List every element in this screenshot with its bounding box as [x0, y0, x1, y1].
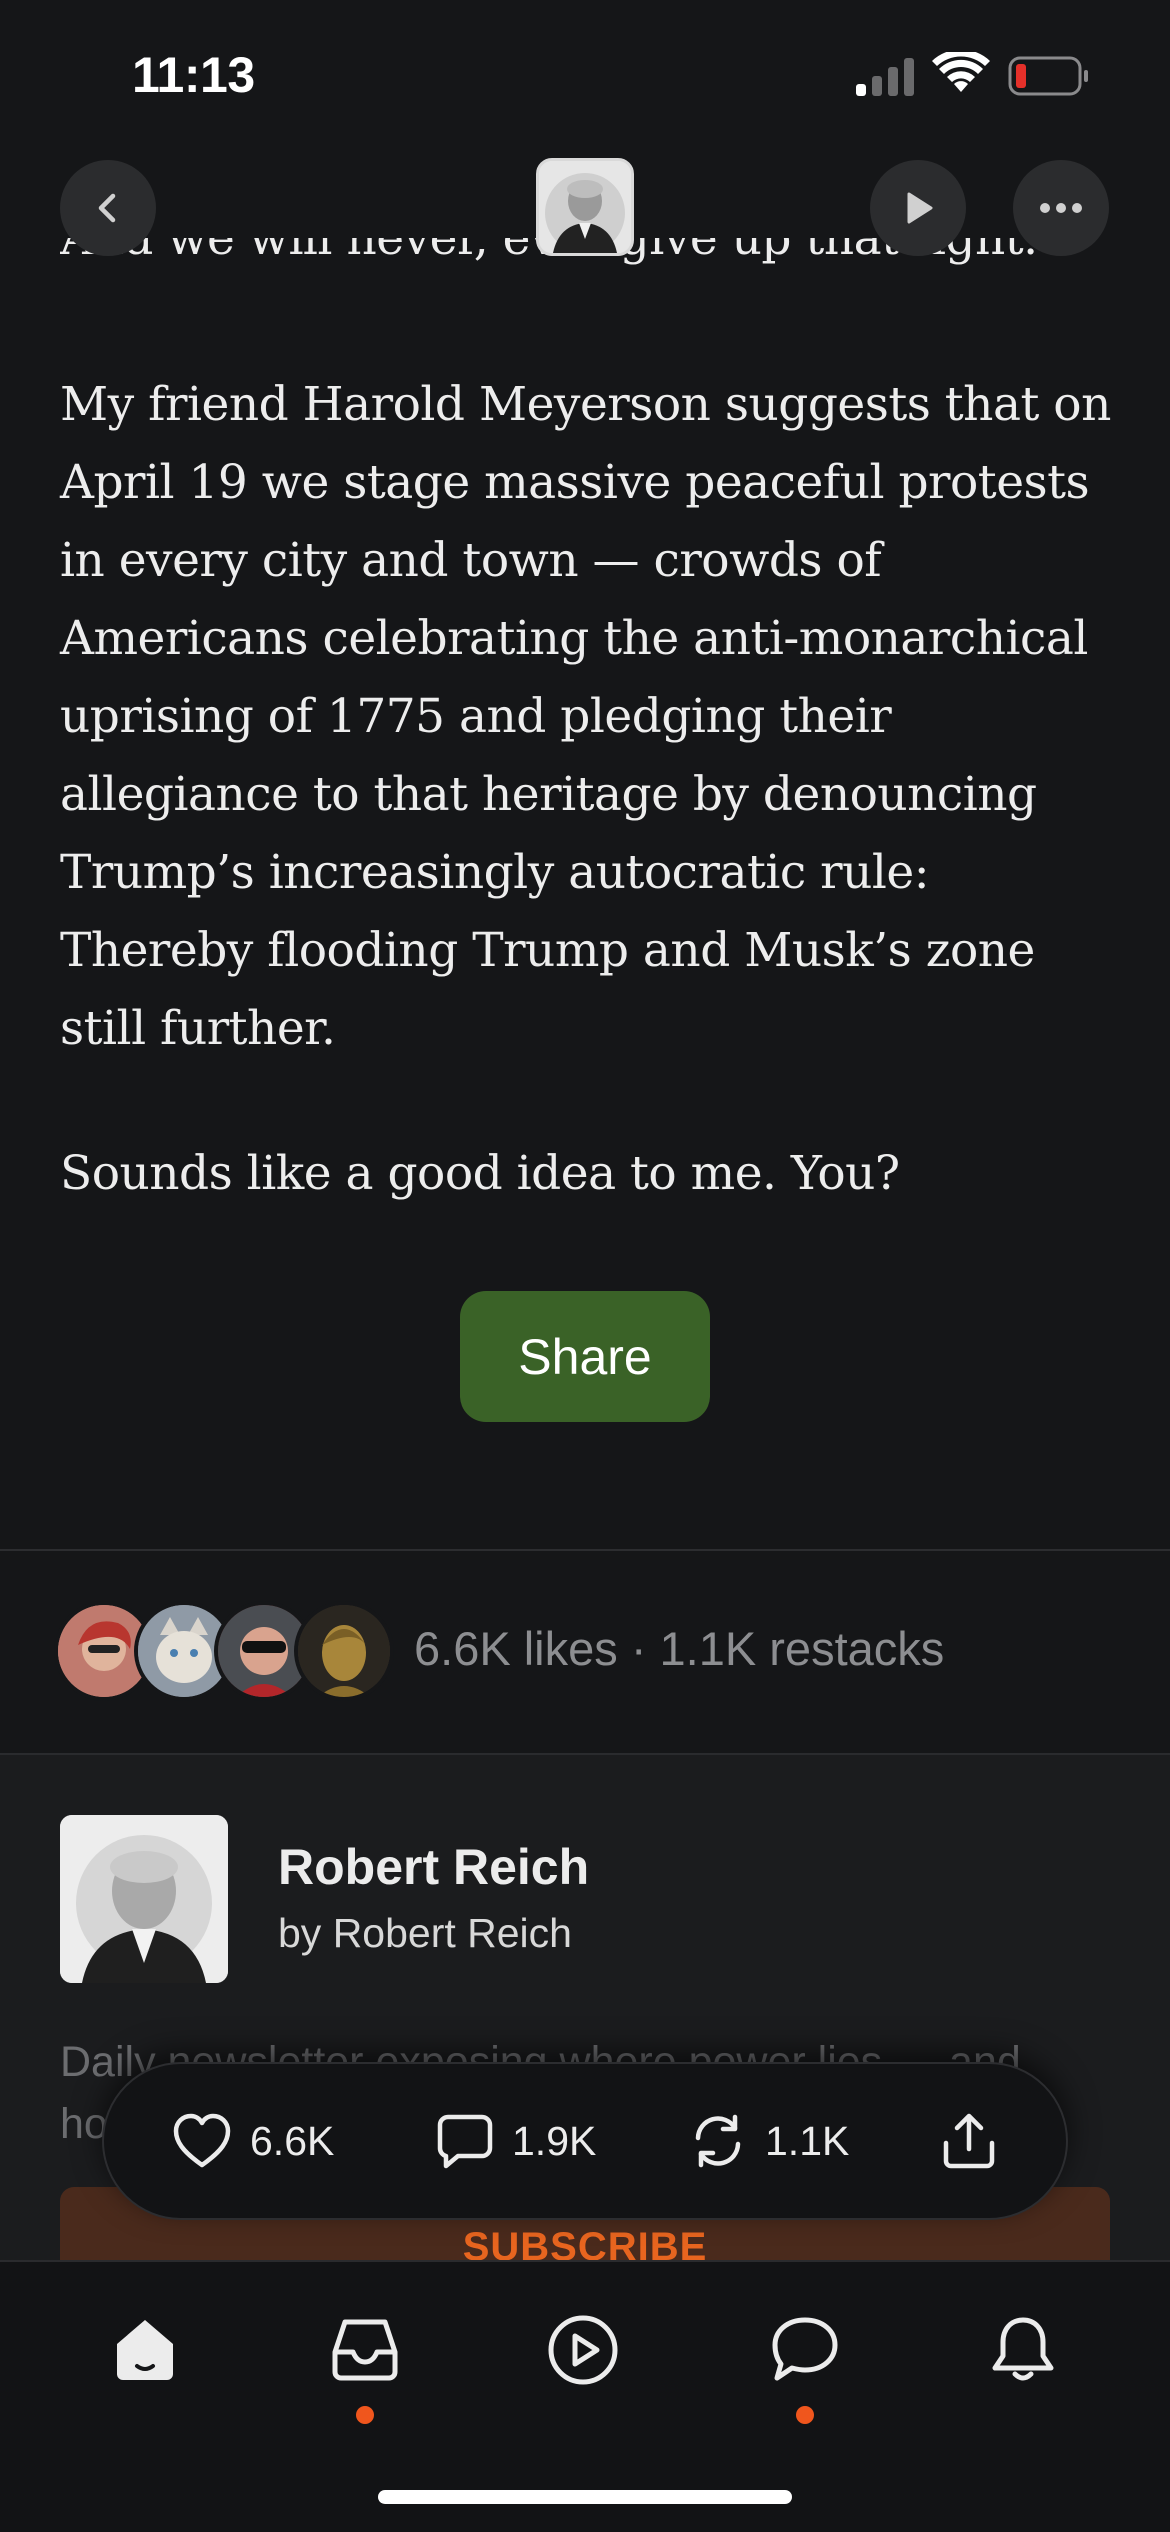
publication-portrait-icon	[60, 1815, 228, 1983]
share-upload-icon	[943, 2113, 995, 2169]
publication-logo[interactable]	[60, 1815, 228, 1983]
more-icon	[1040, 203, 1082, 213]
author-avatar[interactable]	[536, 158, 634, 256]
listen-button[interactable]	[870, 160, 966, 256]
like-count: 6.6K	[250, 2117, 335, 2164]
wifi-icon	[932, 52, 990, 92]
tab-inbox[interactable]	[315, 2300, 415, 2400]
restack-icon	[695, 2114, 741, 2168]
publication-byline: by Robert Reich	[278, 1910, 572, 1956]
author-portrait-icon	[539, 161, 631, 253]
liker-avatars	[54, 1601, 394, 1701]
bell-icon	[992, 2317, 1054, 2381]
play-circle-icon	[548, 2315, 618, 2385]
share-button[interactable]: Share	[460, 1291, 710, 1422]
back-chevron-icon	[98, 193, 116, 223]
comment-count: 1.9K	[512, 2117, 597, 2164]
tab-notifications[interactable]	[973, 2300, 1073, 2400]
back-button[interactable]	[60, 160, 156, 256]
likes-restacks-summary: 6.6K likes · 1.1K restacks	[414, 1622, 945, 1675]
tab-listen[interactable]	[533, 2300, 633, 2400]
chat-icon	[772, 2317, 838, 2381]
post-action-bar: 6.6K 1.9K 1.1K	[102, 2062, 1068, 2220]
share-post-button[interactable]	[940, 2064, 998, 2218]
restack-count: 1.1K	[765, 2117, 850, 2164]
like-button[interactable]: 6.6K	[172, 2064, 334, 2218]
restack-button[interactable]: 1.1K	[689, 2064, 849, 2218]
battery-icon	[1008, 56, 1088, 96]
liker-avatar	[294, 1601, 394, 1701]
tab-chat[interactable]	[755, 2300, 855, 2400]
comment-button[interactable]: 1.9K	[436, 2064, 596, 2218]
article-paragraph: My friend Harold Meyerson suggests that …	[60, 377, 1111, 1056]
chat-notification-dot	[796, 2406, 814, 2424]
inbox-icon	[332, 2319, 398, 2381]
publication-name[interactable]: Robert Reich	[278, 1838, 589, 1896]
home-indicator[interactable]	[378, 2490, 792, 2504]
article-closing: Sounds like a good idea to me. You?	[60, 1146, 900, 1201]
heart-icon	[173, 2113, 231, 2168]
engagement-row[interactable]: 6.6K likes · 1.1K restacks	[0, 1551, 1170, 1753]
play-icon	[907, 192, 933, 224]
home-icon	[117, 2320, 173, 2380]
tab-home[interactable]	[95, 2300, 195, 2400]
cellular-signal-icon	[856, 58, 914, 96]
top-nav	[0, 150, 1170, 270]
inbox-notification-dot	[356, 2406, 374, 2424]
status-time: 11:13	[132, 47, 255, 103]
status-bar: 11:13	[0, 0, 1170, 150]
more-button[interactable]	[1013, 160, 1109, 256]
comment-icon	[437, 2114, 493, 2169]
